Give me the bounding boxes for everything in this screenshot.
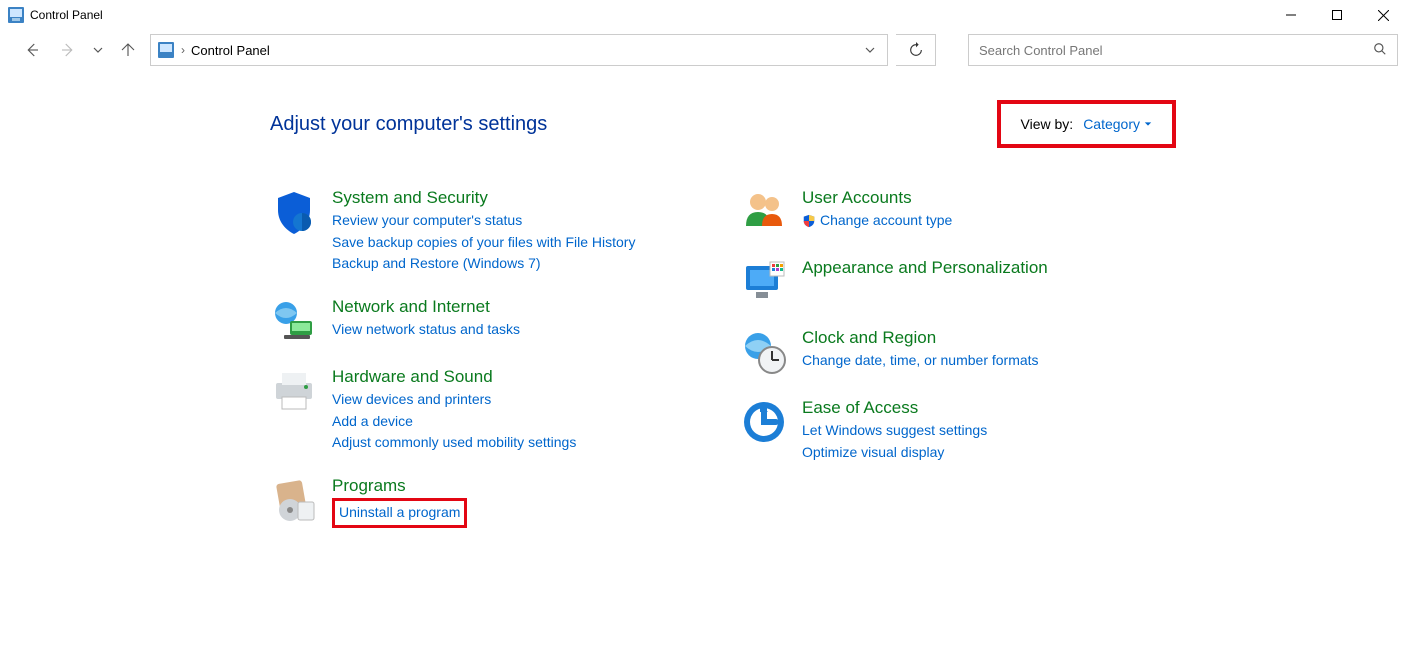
category-link[interactable]: View network status and tasks [332,319,520,341]
category-title[interactable]: Appearance and Personalization [802,258,1048,278]
search-input[interactable] [979,43,1373,58]
category-link-uninstall-program[interactable]: Uninstall a program [339,504,460,520]
category-title[interactable]: Programs [332,476,467,496]
address-dropdown-icon[interactable] [859,43,881,58]
users-icon [740,188,788,236]
page-title: Adjust your computer's settings [270,113,547,136]
category-programs: Programs Uninstall a program [270,476,700,528]
navigation-bar: › Control Panel [0,30,1406,70]
back-button[interactable] [18,36,46,64]
category-link-text: Change account type [820,210,952,232]
breadcrumb-separator-icon: › [181,43,185,57]
category-link[interactable]: Backup and Restore (Windows 7) [332,253,635,275]
search-icon [1373,42,1387,59]
highlight-uninstall-program: Uninstall a program [332,498,467,528]
category-link[interactable]: Change date, time, or number formats [802,350,1039,372]
chevron-down-icon [1144,120,1152,128]
up-button[interactable] [114,36,142,64]
control-panel-icon [157,41,175,59]
category-link[interactable]: Review your computer's status [332,210,635,232]
category-appearance: Appearance and Personalization [740,258,1170,306]
appearance-icon [740,258,788,306]
printer-icon [270,367,318,415]
recent-locations-dropdown[interactable] [90,45,106,55]
category-title[interactable]: User Accounts [802,188,952,208]
shield-icon [270,188,318,236]
category-link[interactable]: Save backup copies of your files with Fi… [332,232,635,254]
category-title[interactable]: Clock and Region [802,328,1039,348]
programs-icon [270,476,318,524]
network-icon [270,297,318,345]
category-title[interactable]: Network and Internet [332,297,520,317]
address-bar[interactable]: › Control Panel [150,34,888,66]
view-by-value[interactable]: Category [1083,116,1152,132]
breadcrumb-location[interactable]: Control Panel [191,43,270,58]
view-by-value-text: Category [1083,116,1140,132]
category-system-security: System and Security Review your computer… [270,188,700,275]
category-link[interactable]: View devices and printers [332,389,576,411]
category-link[interactable]: Adjust commonly used mobility settings [332,432,576,454]
close-button[interactable] [1360,0,1406,30]
titlebar-left: Control Panel [8,7,103,23]
view-by-label: View by: [1021,116,1074,132]
view-by-selector[interactable]: View by: Category [997,100,1176,148]
category-link[interactable]: Change account type [802,210,952,232]
forward-button[interactable] [54,36,82,64]
category-link[interactable]: Add a device [332,411,576,433]
minimize-button[interactable] [1268,0,1314,30]
category-link[interactable]: Let Windows suggest settings [802,420,987,442]
search-box[interactable] [968,34,1398,66]
category-title[interactable]: System and Security [332,188,635,208]
category-title[interactable]: Ease of Access [802,398,987,418]
ease-of-access-icon [740,398,788,446]
right-column: User Accounts Change account type [740,188,1170,550]
maximize-button[interactable] [1314,0,1360,30]
left-column: System and Security Review your computer… [270,188,700,550]
refresh-button[interactable] [896,34,936,66]
category-clock-region: Clock and Region Change date, time, or n… [740,328,1170,376]
window-controls [1268,0,1406,30]
clock-icon [740,328,788,376]
content-area: Adjust your computer's settings View by:… [0,70,1406,550]
titlebar: Control Panel [0,0,1406,30]
uac-shield-icon [802,214,816,228]
category-title[interactable]: Hardware and Sound [332,367,576,387]
category-hardware-sound: Hardware and Sound View devices and prin… [270,367,700,454]
category-ease-of-access: Ease of Access Let Windows suggest setti… [740,398,1170,463]
category-link[interactable]: Optimize visual display [802,442,987,464]
category-network-internet: Network and Internet View network status… [270,297,700,345]
window-title: Control Panel [30,8,103,22]
category-user-accounts: User Accounts Change account type [740,188,1170,236]
control-panel-icon [8,7,24,23]
